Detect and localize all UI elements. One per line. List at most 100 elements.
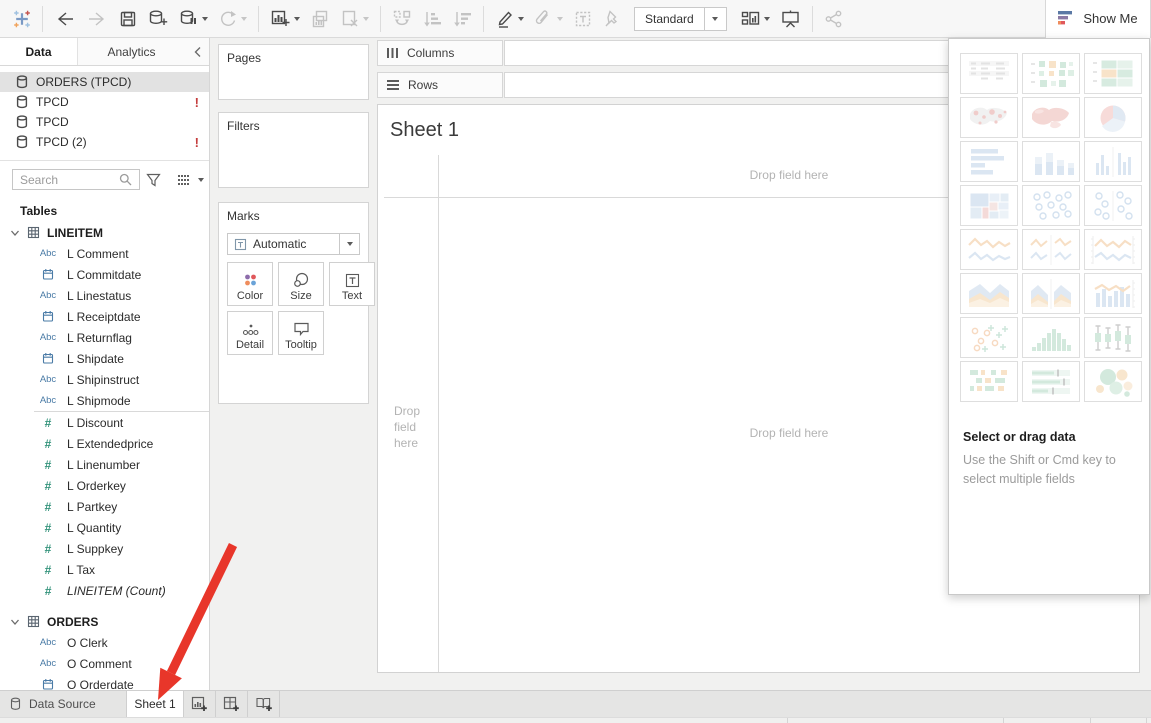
show-hide-cards-caret-icon[interactable]: [764, 17, 770, 21]
showme-horizontal-bars-thumb[interactable]: [960, 141, 1018, 182]
new-worksheet-tab-button[interactable]: [184, 691, 216, 717]
showme-treemap-thumb[interactable]: [960, 185, 1018, 226]
showme-side-by-side-circles-thumb[interactable]: [1084, 185, 1142, 226]
showme-lines-discrete-thumb[interactable]: [1022, 229, 1080, 270]
clear-sheet-caret-icon[interactable]: [363, 17, 369, 21]
showme-packed-bubbles-thumb[interactable]: [1084, 361, 1142, 402]
fix-axes-button[interactable]: [598, 5, 626, 33]
pause-updates-caret-icon[interactable]: [202, 17, 208, 21]
data-source-item[interactable]: TPCD: [0, 112, 209, 132]
data-source-item[interactable]: TPCD (2) !: [0, 132, 209, 152]
run-update-caret-icon[interactable]: [241, 17, 247, 21]
swap-rows-columns-button[interactable]: [387, 5, 417, 33]
highlight-button[interactable]: [490, 5, 529, 33]
save-button[interactable]: [113, 5, 143, 33]
showme-stacked-bars-thumb[interactable]: [1022, 141, 1080, 182]
show-hide-cards-button[interactable]: [735, 5, 775, 33]
presentation-mode-button[interactable]: [775, 5, 806, 33]
tab-data[interactable]: Data: [0, 38, 78, 65]
showme-box-and-whisker-thumb[interactable]: [1084, 317, 1142, 358]
undo-button[interactable]: [49, 5, 81, 33]
fit-mode-caret-icon[interactable]: [704, 8, 726, 30]
group-members-button[interactable]: [529, 5, 568, 33]
showme-area-continuous-thumb[interactable]: [960, 273, 1018, 314]
field-item[interactable]: L Commitdate: [0, 264, 209, 285]
new-worksheet-caret-icon[interactable]: [294, 17, 300, 21]
new-data-source-button[interactable]: [143, 5, 174, 33]
field-item[interactable]: #L Discount: [0, 412, 209, 433]
table-group-lineitem[interactable]: LINEITEM: [0, 222, 209, 243]
showme-bullet-graph-thumb[interactable]: [1022, 361, 1080, 402]
field-item[interactable]: #L Tax: [0, 559, 209, 580]
view-options-caret-icon[interactable]: [198, 178, 204, 182]
showme-filled-map-thumb[interactable]: [1022, 97, 1080, 138]
new-story-tab-button[interactable]: [248, 691, 280, 717]
field-item[interactable]: AbcL Shipmode: [0, 390, 209, 411]
duplicate-sheet-button[interactable]: [305, 5, 335, 33]
show-mark-labels-button[interactable]: [568, 5, 598, 33]
field-item[interactable]: L Shipdate: [0, 348, 209, 369]
tab-data-source[interactable]: Data Source: [0, 691, 127, 717]
new-dashboard-tab-button[interactable]: [216, 691, 248, 717]
field-item[interactable]: AbcO Clerk: [0, 632, 209, 653]
fit-mode-select[interactable]: Standard: [634, 7, 727, 31]
field-item[interactable]: #L Linenumber: [0, 454, 209, 475]
show-me-button[interactable]: Show Me: [1045, 0, 1151, 38]
field-item[interactable]: #L Suppkey: [0, 538, 209, 559]
filter-icon[interactable]: [144, 171, 163, 189]
redo-button[interactable]: [81, 5, 113, 33]
showme-pie-chart-thumb[interactable]: [1084, 97, 1142, 138]
share-button[interactable]: [819, 5, 849, 33]
showme-circle-views-thumb[interactable]: [1022, 185, 1080, 226]
showme-dual-combination-thumb[interactable]: [1084, 273, 1142, 314]
showme-heat-map-thumb[interactable]: [1022, 53, 1080, 94]
field-item[interactable]: #L Partkey: [0, 496, 209, 517]
showme-side-by-side-bars-thumb[interactable]: [1084, 141, 1142, 182]
showme-scatter-plot-thumb[interactable]: [960, 317, 1018, 358]
data-source-item[interactable]: TPCD !: [0, 92, 209, 112]
detail-button[interactable]: Detail: [227, 311, 273, 355]
field-item[interactable]: AbcL Linestatus: [0, 285, 209, 306]
tab-analytics[interactable]: Analytics: [78, 38, 185, 65]
size-button[interactable]: Size: [278, 262, 324, 306]
field-item[interactable]: AbcL Comment: [0, 243, 209, 264]
showme-gantt-thumb[interactable]: [960, 361, 1018, 402]
table-group-orders[interactable]: ORDERS: [0, 611, 209, 632]
tooltip-button[interactable]: Tooltip: [278, 311, 324, 355]
field-item[interactable]: O Orderdate: [0, 674, 209, 690]
showme-histogram-thumb[interactable]: [1022, 317, 1080, 358]
field-item[interactable]: #LINEITEM (Count): [0, 580, 209, 601]
mark-type-select[interactable]: Automatic: [227, 233, 360, 255]
run-update-button[interactable]: [213, 5, 252, 33]
group-members-caret-icon[interactable]: [557, 17, 563, 21]
mark-type-caret-icon[interactable]: [339, 234, 359, 254]
text-button[interactable]: Text: [329, 262, 375, 306]
field-item[interactable]: AbcL Shipinstruct: [0, 369, 209, 390]
showme-highlight-table-thumb[interactable]: [1084, 53, 1142, 94]
pause-auto-updates-button[interactable]: [174, 5, 213, 33]
field-item[interactable]: #L Orderkey: [0, 475, 209, 496]
data-source-item[interactable]: ORDERS (TPCD): [0, 72, 209, 92]
field-item[interactable]: #L Extendedprice: [0, 433, 209, 454]
showme-lines-continuous-thumb[interactable]: [960, 229, 1018, 270]
sort-descending-button[interactable]: [447, 5, 477, 33]
field-item[interactable]: L Receiptdate: [0, 306, 209, 327]
showme-symbol-map-thumb[interactable]: [960, 97, 1018, 138]
showme-dual-lines-thumb[interactable]: [1084, 229, 1142, 270]
highlight-caret-icon[interactable]: [518, 17, 524, 21]
field-item[interactable]: AbcL Returnflag: [0, 327, 209, 348]
drop-zone-left[interactable]: Drop field here: [394, 403, 436, 451]
field-item[interactable]: #L Quantity: [0, 517, 209, 538]
field-item[interactable]: AbcO Comment: [0, 653, 209, 674]
view-options-icon[interactable]: [175, 172, 194, 188]
sort-ascending-button[interactable]: [417, 5, 447, 33]
showme-text-table-thumb[interactable]: [960, 53, 1018, 94]
filters-shelf[interactable]: Filters: [218, 112, 369, 188]
new-worksheet-button[interactable]: [265, 5, 305, 33]
tab-sheet-1[interactable]: Sheet 1: [127, 691, 184, 717]
color-button[interactable]: Color: [227, 262, 273, 306]
pages-shelf[interactable]: Pages: [218, 44, 369, 100]
collapse-pane-button[interactable]: [185, 38, 209, 65]
clear-sheet-button[interactable]: [335, 5, 374, 33]
showme-area-discrete-thumb[interactable]: [1022, 273, 1080, 314]
